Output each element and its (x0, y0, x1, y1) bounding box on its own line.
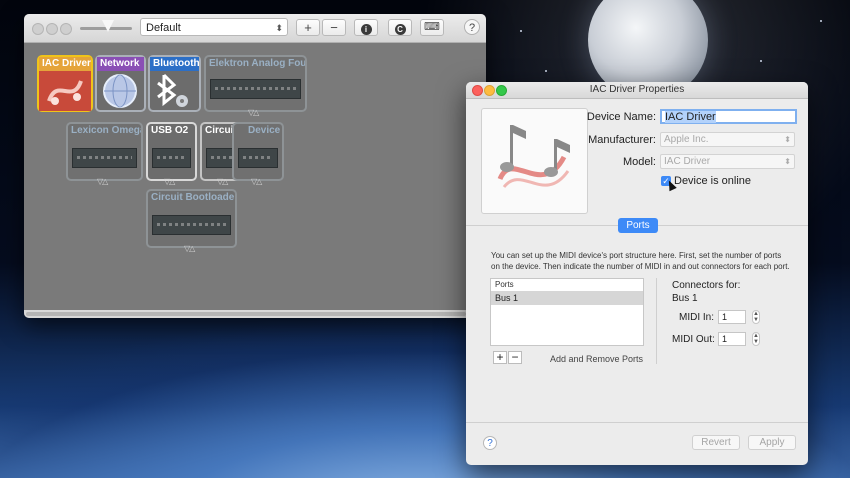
midi-in-field[interactable]: 1 (718, 310, 746, 324)
port-arrows-icon: ▽△ (248, 108, 259, 117)
midi-out-stepper[interactable]: ▲ ▼ (752, 332, 760, 346)
remove-port-button[interactable]: − (508, 351, 522, 364)
properties-title-bar: IAC Driver Properties (466, 82, 808, 99)
midi-studio-canvas[interactable]: IAC Driver Network Bluetooth Elektron An… (24, 43, 486, 310)
device-name-field[interactable]: IAC Driver (660, 109, 797, 124)
device-name-value: IAC Driver (665, 111, 716, 123)
device-lexicon-label: Lexicon Omega (71, 125, 141, 136)
zoom-window-button[interactable] (60, 23, 72, 35)
star (820, 20, 822, 22)
manufacturer-value: Apple Inc. (664, 134, 709, 145)
device-bluetooth-label: Bluetooth (150, 57, 199, 71)
star (520, 30, 522, 32)
chevron-updown-icon: ⬍ (784, 157, 791, 166)
midi-out-label: MIDI Out: (672, 334, 715, 345)
device-bluetooth[interactable]: Bluetooth (148, 55, 201, 112)
selected-port-label: Bus 1 (672, 293, 698, 304)
add-device-button[interactable]: + (296, 19, 320, 36)
rescan-icon: C (394, 24, 406, 35)
midi-studio-window: Default ⬍ + − i C ⌨ ? IAC Driver Network… (24, 14, 486, 318)
close-window-button[interactable] (32, 23, 44, 35)
device-generic-label: Device (248, 125, 281, 136)
manufacturer-label: Manufacturer: (588, 134, 656, 146)
help-button[interactable]: ? (464, 19, 480, 35)
port-arrows-icon: ▽△ (184, 244, 195, 253)
window-title: IAC Driver Properties (589, 84, 685, 95)
device-usb-o2[interactable]: USB O2 ▽△ (146, 122, 197, 186)
port-arrows-icon: ▽△ (217, 177, 228, 186)
hardware-device-icon (72, 148, 137, 168)
chevron-updown-icon: ⬍ (275, 23, 283, 33)
device-network-label: Network (97, 57, 144, 71)
close-window-button[interactable] (472, 85, 483, 96)
device-name-label: Device Name: (586, 111, 656, 123)
network-globe-icon (103, 74, 137, 108)
vertical-separator (656, 278, 657, 364)
model-value: IAC Driver (664, 156, 711, 167)
device-iac-driver[interactable]: IAC Driver (37, 55, 93, 112)
device-lexicon-omega[interactable]: Lexicon Omega ▽△ (66, 122, 143, 186)
star (760, 60, 762, 62)
hardware-device-icon (210, 79, 301, 99)
device-network[interactable]: Network (95, 55, 146, 112)
help-button[interactable]: ? (483, 436, 497, 450)
ports-list-item[interactable]: Bus 1 (491, 292, 643, 305)
test-setup-button[interactable]: ⌨ (420, 19, 444, 36)
device-iac-driver-label: IAC Driver (39, 57, 91, 71)
midi-toolbar: Default ⬍ + − i C ⌨ ? (24, 14, 486, 43)
manufacturer-select[interactable]: Apple Inc. ⬍ (660, 132, 795, 147)
iac-driver-properties-window: IAC Driver Properties Device Name: IAC D… (466, 82, 808, 465)
configuration-select[interactable]: Default ⬍ (140, 18, 288, 36)
bluetooth-icon (157, 73, 188, 107)
device-circuit-bootloader[interactable]: Circuit Bootloader ▽△ (146, 189, 237, 253)
midi-out-field[interactable]: 1 (718, 332, 746, 346)
device-online-label[interactable]: Device is online (674, 175, 751, 187)
apply-button[interactable]: Apply (748, 435, 796, 450)
info-icon: i (360, 24, 372, 35)
device-circuit-bootloader-label: Circuit Bootloader (151, 192, 235, 203)
ports-list-header: Ports (491, 279, 643, 292)
rescan-button[interactable]: C (388, 19, 412, 36)
hardware-device-icon (238, 148, 278, 168)
device-elektron-analog-four[interactable]: Elektron Analog Four ▽△ (204, 55, 307, 117)
star (545, 70, 547, 72)
midi-in-label: MIDI In: (679, 312, 715, 323)
zoom-window-button[interactable] (496, 85, 507, 96)
horizontal-scrollbar[interactable] (24, 310, 486, 318)
device-elektron-label: Elektron Analog Four (209, 58, 305, 69)
port-arrows-icon: ▽△ (164, 177, 175, 186)
port-arrows-icon: ▽△ (251, 177, 262, 186)
hardware-device-icon (152, 148, 191, 168)
hardware-device-icon (152, 215, 231, 235)
chevron-updown-icon: ⬍ (784, 135, 791, 144)
connectors-for-label: Connectors for: (672, 280, 741, 291)
keyboard-icon: ⌨ (424, 21, 440, 33)
ports-list[interactable]: Ports Bus 1 (490, 278, 644, 346)
device-generic[interactable]: Device ▽△ (232, 122, 284, 186)
bottom-divider (466, 422, 808, 423)
add-port-button[interactable]: + (493, 351, 507, 364)
model-label: Model: (622, 156, 656, 168)
show-info-button[interactable]: i (354, 19, 378, 36)
remove-device-button[interactable]: − (322, 19, 346, 36)
port-arrows-icon: ▽△ (97, 177, 108, 186)
midi-notes-icon (39, 71, 91, 111)
tab-ports[interactable]: Ports (618, 218, 658, 233)
configuration-value: Default (146, 22, 181, 34)
midi-in-stepper[interactable]: ▲ ▼ (752, 310, 760, 324)
minimize-window-button[interactable] (46, 23, 58, 35)
ports-description: You can set up the MIDI device's port st… (491, 251, 790, 271)
minimize-window-button[interactable] (484, 85, 495, 96)
scrollbar-thumb[interactable] (26, 312, 466, 316)
model-select[interactable]: IAC Driver ⬍ (660, 154, 795, 169)
device-usb-o2-label: USB O2 (151, 125, 189, 136)
revert-button[interactable]: Revert (692, 435, 740, 450)
icon-size-slider-knob[interactable] (102, 20, 114, 32)
add-remove-ports-label: Add and Remove Ports (550, 354, 644, 364)
